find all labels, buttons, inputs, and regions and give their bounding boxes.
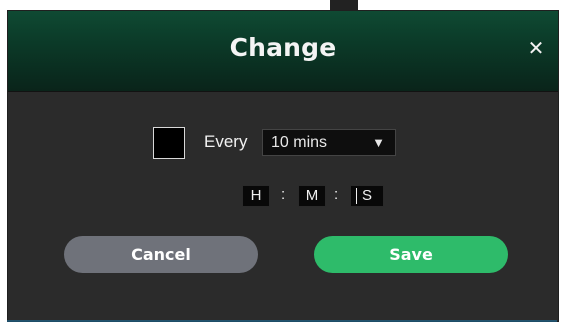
- save-button[interactable]: Save: [314, 236, 508, 273]
- page: Change ✕ Every 10 mins ▼ H : M : S Cance…: [0, 0, 564, 324]
- text-cursor: [356, 188, 357, 204]
- dialog-body: Every 10 mins ▼ H : M : S Cancel Save: [8, 92, 558, 321]
- hours-input[interactable]: H: [242, 185, 270, 207]
- dialog-title: Change: [229, 33, 337, 62]
- backdrop-strip: [0, 0, 564, 10]
- change-dialog: Change ✕ Every 10 mins ▼ H : M : S Cance…: [7, 10, 559, 322]
- minutes-input[interactable]: M: [298, 185, 326, 207]
- seconds-input[interactable]: S: [350, 185, 384, 207]
- cancel-button[interactable]: Cancel: [64, 236, 258, 273]
- seconds-placeholder: S: [361, 187, 372, 204]
- chevron-down-icon: ▼: [372, 135, 385, 150]
- time-separator: :: [334, 186, 339, 203]
- enable-checkbox[interactable]: [153, 127, 185, 159]
- close-icon[interactable]: ✕: [524, 37, 548, 61]
- interval-select[interactable]: 10 mins ▼: [262, 129, 396, 156]
- time-separator: :: [281, 186, 286, 203]
- dialog-bottom-border: [7, 320, 557, 322]
- dialog-header: Change ✕: [8, 11, 558, 92]
- interval-select-value: 10 mins: [271, 134, 328, 151]
- every-label: Every: [204, 132, 248, 151]
